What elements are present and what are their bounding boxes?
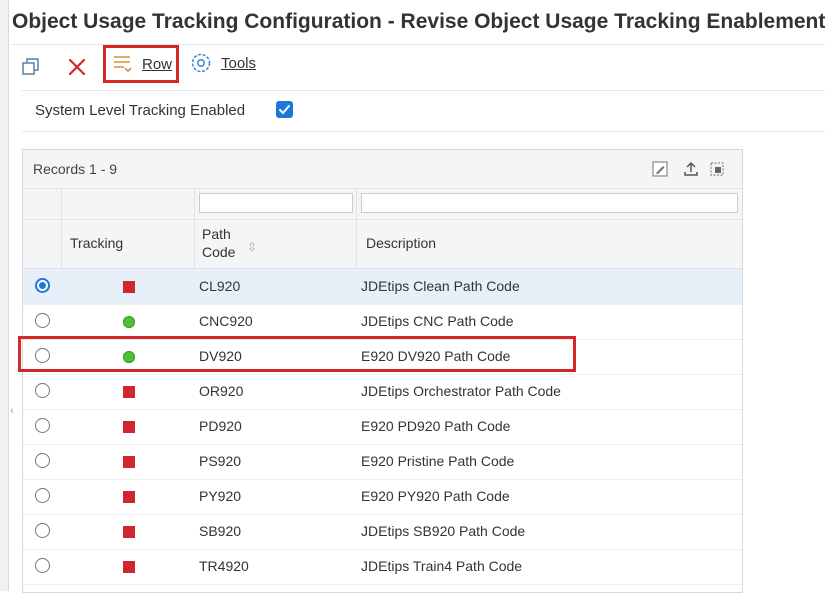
column-headers: Tracking Path Code ⇳ Description	[23, 220, 742, 269]
tracking-off-icon	[123, 456, 135, 468]
page-title: Object Usage Tracking Configuration - Re…	[12, 0, 825, 45]
row-select-radio[interactable]	[35, 488, 50, 503]
row-select-radio[interactable]	[35, 313, 50, 328]
path-code-cell: SB920	[199, 523, 242, 539]
tracking-off-icon	[123, 526, 135, 538]
row-select-radio[interactable]	[35, 558, 50, 573]
row-menu-button[interactable]: Row	[103, 45, 179, 83]
tracking-off-icon	[123, 491, 135, 503]
path-code-cell: CL920	[199, 278, 241, 294]
tools-menu-label: Tools	[221, 55, 257, 72]
row-list-icon	[112, 53, 134, 75]
tracking-off-icon	[123, 421, 135, 433]
system-tracking-panel: System Level Tracking Enabled	[22, 90, 825, 132]
path-code-cell: PS920	[199, 453, 242, 469]
row-select-radio[interactable]	[35, 278, 50, 293]
description-cell: JDEtips Train4 Path Code	[361, 558, 523, 574]
path-code-cell: TR4920	[199, 558, 249, 574]
table-row[interactable]: CNC920 JDEtips CNC Path Code	[23, 304, 742, 340]
left-panel-edge	[0, 0, 9, 591]
export-icon[interactable]	[681, 159, 701, 179]
path-code-cell: CNC920	[199, 313, 253, 329]
highlighted-row-callout	[18, 336, 576, 372]
column-header-path-code-line2[interactable]: Code	[202, 244, 235, 260]
row-select-radio[interactable]	[35, 383, 50, 398]
filter-row	[23, 189, 742, 220]
path-code-filter-input[interactable]	[199, 193, 353, 213]
tracking-off-icon	[123, 281, 135, 293]
table-row[interactable]: SB920 JDEtips SB920 Path Code	[23, 514, 742, 550]
description-cell: E920 PD920 Path Code	[361, 418, 511, 434]
system-tracking-checkbox[interactable]	[276, 101, 293, 118]
row-select-radio[interactable]	[35, 418, 50, 433]
table-row[interactable]: CL920 JDEtips Clean Path Code	[23, 269, 742, 305]
table-row[interactable]: TR4920 JDEtips Train4 Path Code	[23, 549, 742, 585]
description-filter-input[interactable]	[361, 193, 738, 213]
copy-icon[interactable]	[20, 56, 42, 78]
row-select-radio[interactable]	[35, 453, 50, 468]
row-select-radio[interactable]	[35, 523, 50, 538]
column-divider	[194, 189, 195, 268]
description-cell: JDEtips Orchestrator Path Code	[361, 383, 561, 399]
column-header-tracking[interactable]: Tracking	[70, 235, 123, 251]
column-header-description[interactable]: Description	[366, 235, 436, 251]
path-code-cell: PD920	[199, 418, 242, 434]
collapse-handle-icon[interactable]: ‹	[8, 400, 16, 422]
system-tracking-label: System Level Tracking Enabled	[35, 102, 246, 119]
column-divider	[356, 189, 357, 268]
grid-header: Records 1 - 9	[23, 150, 742, 189]
tracking-off-icon	[123, 386, 135, 398]
description-cell: E920 PY920 Path Code	[361, 488, 510, 504]
row-menu-label: Row	[142, 56, 173, 73]
tracking-off-icon	[123, 561, 135, 573]
close-icon[interactable]	[66, 56, 88, 78]
sort-icon[interactable]: ⇳	[247, 240, 257, 254]
maximize-grid-icon[interactable]	[707, 159, 727, 179]
table-row[interactable]: PD920 E920 PD920 Path Code	[23, 409, 742, 445]
description-cell: JDEtips Clean Path Code	[361, 278, 520, 294]
table-row[interactable]: PS920 E920 Pristine Path Code	[23, 444, 742, 480]
table-row[interactable]: OR920 JDEtips Orchestrator Path Code	[23, 374, 742, 410]
tracking-on-icon	[123, 316, 135, 328]
edit-grid-icon[interactable]	[650, 159, 670, 179]
path-code-cell: PY920	[199, 488, 242, 504]
description-cell: E920 Pristine Path Code	[361, 453, 515, 469]
description-cell: JDEtips CNC Path Code	[361, 313, 514, 329]
checkmark-icon	[279, 105, 290, 115]
column-divider	[61, 189, 62, 268]
description-cell: JDEtips SB920 Path Code	[361, 523, 526, 539]
gear-icon	[190, 52, 212, 74]
path-code-cell: OR920	[199, 383, 244, 399]
table-row[interactable]: PY920 E920 PY920 Path Code	[23, 479, 742, 515]
column-header-path-code[interactable]: Path	[202, 226, 231, 242]
records-count: Records 1 - 9	[33, 161, 118, 177]
